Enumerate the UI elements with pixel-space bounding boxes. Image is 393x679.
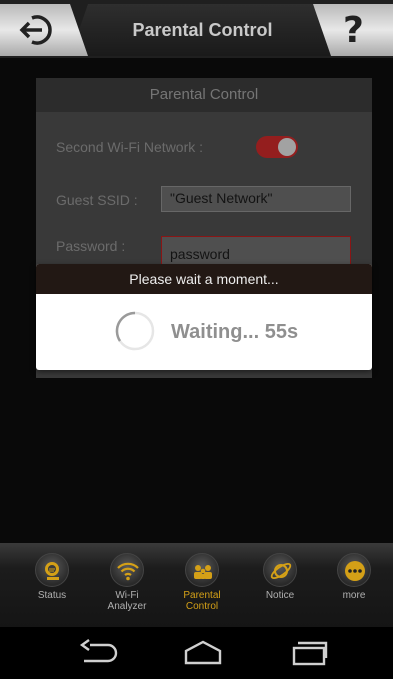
family-icon <box>194 565 212 579</box>
more-dots-icon <box>345 561 365 581</box>
tab-more-button <box>337 553 371 587</box>
page-title: Parental Control <box>132 20 273 40</box>
tab-more[interactable]: more <box>324 553 384 601</box>
tab-wifi-analyzer[interactable]: Wi-Fi Analyzer <box>97 553 157 612</box>
back-button[interactable] <box>0 4 88 56</box>
loading-spinner-icon <box>115 311 155 351</box>
back-arrow-icon <box>19 15 52 45</box>
magnifier-icon <box>45 562 59 580</box>
waiting-countdown: Waiting... 55s <box>171 321 299 343</box>
planet-icon <box>270 562 292 580</box>
bottom-tab-bar: Status Wi-Fi Analyzer Parental Control N… <box>0 543 393 627</box>
system-recents-icon[interactable] <box>288 639 330 667</box>
tab-parental-control[interactable]: Parental Control <box>172 553 232 612</box>
tab-notice-button <box>263 553 297 587</box>
header-bar: Parental Control ? <box>0 0 393 58</box>
system-navigation-bar <box>0 627 393 679</box>
tab-parental-control-button <box>185 553 219 587</box>
tab-parental-control-label: Parental Control <box>183 590 221 612</box>
tab-wifi-analyzer-label: Wi-Fi Analyzer <box>107 590 147 612</box>
dialog-title: Please wait a moment... <box>36 264 372 294</box>
tab-status-label: Status <box>37 590 67 601</box>
question-mark-icon: ? <box>343 10 364 51</box>
tab-notice-label: Notice <box>265 590 295 601</box>
wifi-icon <box>117 562 139 581</box>
tab-more-label: more <box>342 590 366 601</box>
tab-wifi-analyzer-button <box>110 553 144 587</box>
tab-status-button <box>35 553 69 587</box>
tab-notice[interactable]: Notice <box>250 553 310 601</box>
tab-status[interactable]: Status <box>22 553 82 601</box>
system-back-icon[interactable] <box>78 639 120 667</box>
wait-dialog: Please wait a moment... Waiting... 55s <box>36 264 372 370</box>
system-home-icon[interactable] <box>182 639 224 667</box>
